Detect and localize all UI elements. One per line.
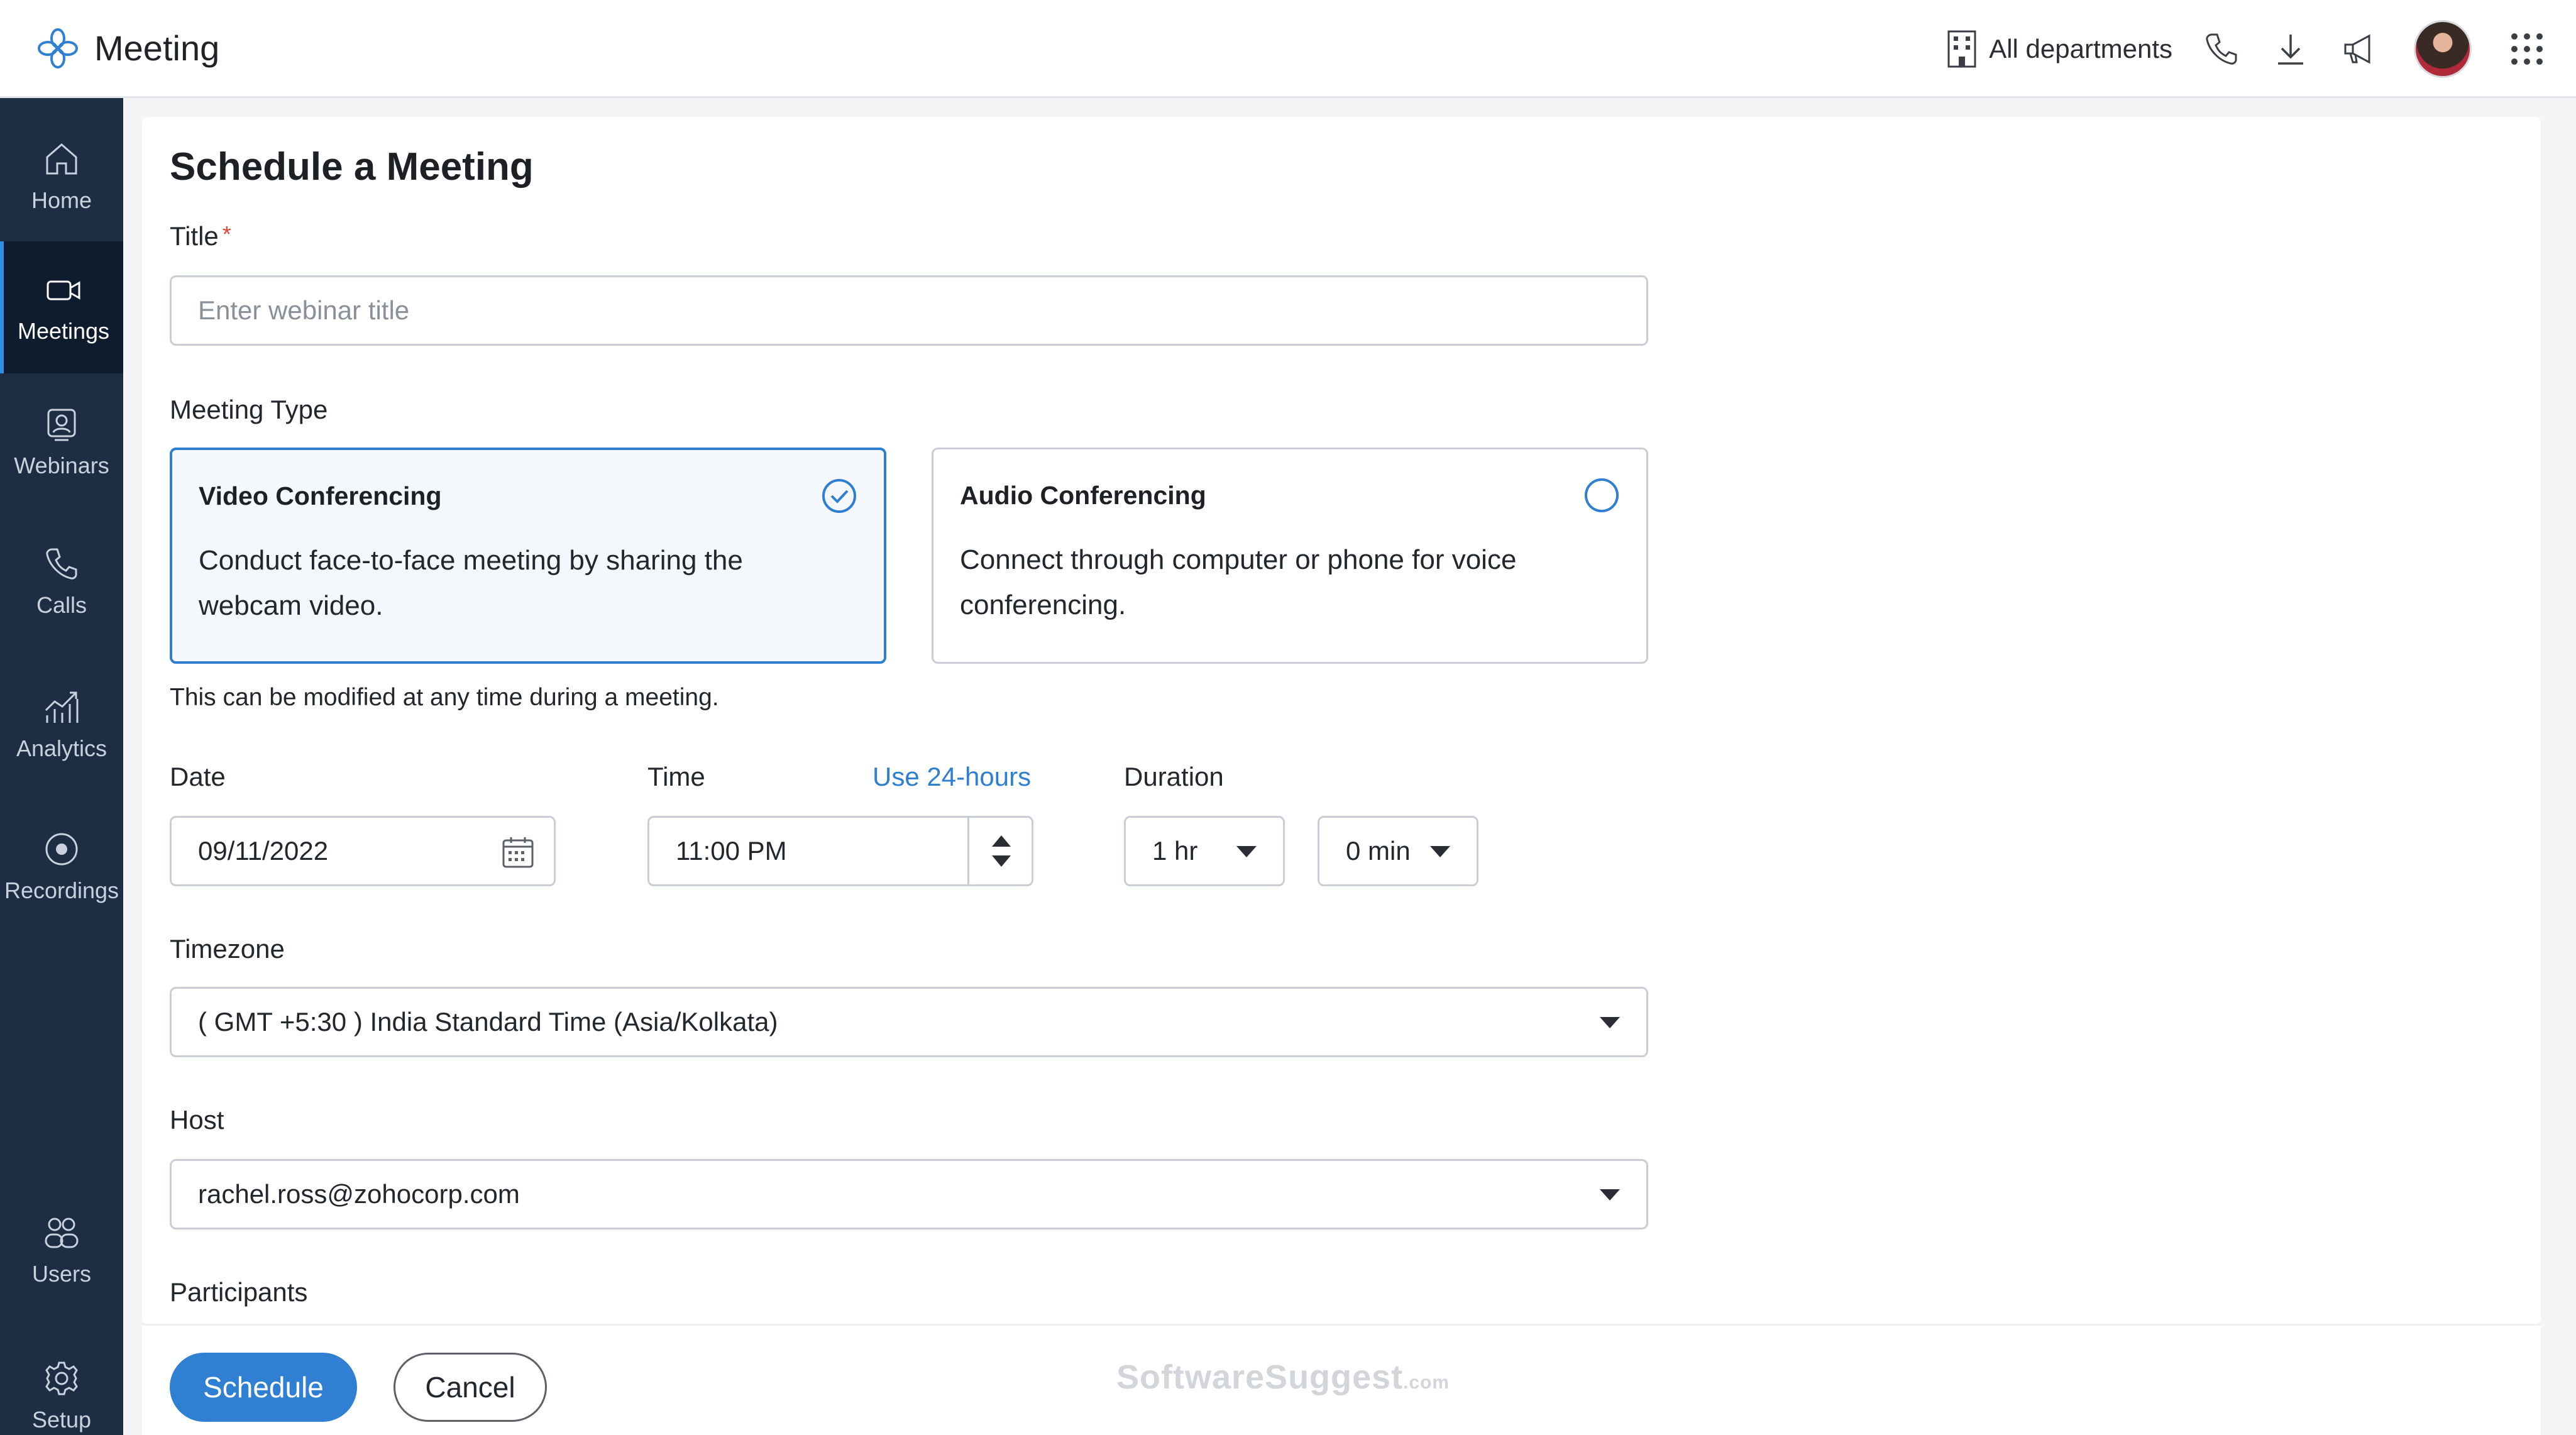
top-bar-actions: All departments	[1945, 0, 2576, 98]
phone-button[interactable]	[2201, 29, 2242, 69]
sidebar-item-calls[interactable]: Calls	[0, 515, 123, 647]
meeting-type-note: This can be modified at any time during …	[170, 684, 719, 711]
required-mark: *	[222, 221, 231, 247]
time-value: 11:00 PM	[676, 836, 787, 866]
meeting-type-label: Meeting Type	[170, 395, 328, 424]
department-selector[interactable]: All departments	[1945, 29, 2172, 69]
brand[interactable]: Meeting	[35, 26, 219, 71]
sidebar-item-webinars[interactable]: Webinars	[0, 376, 123, 508]
gear-icon	[45, 1361, 78, 1395]
download-icon	[2278, 35, 2303, 65]
duration-hours-value: 1 hr	[1152, 836, 1198, 866]
chevron-down-icon	[1236, 846, 1257, 857]
video-camera-icon	[47, 280, 80, 300]
sidebar: Home Meetings Webinars Calls Analytics R…	[0, 98, 123, 1435]
sidebar-item-label: Webinars	[14, 453, 109, 478]
sidebar-item-label: Calls	[36, 592, 87, 618]
date-input[interactable]: 09/11/2022	[170, 816, 556, 886]
sidebar-item-home[interactable]: Home	[0, 111, 123, 243]
timezone-label: Timezone	[170, 934, 285, 964]
time-stepper[interactable]	[967, 818, 1032, 884]
watermark-suffix: .com	[1403, 1372, 1450, 1393]
chevron-down-icon	[1430, 846, 1450, 857]
chevron-down-icon	[1600, 1017, 1620, 1028]
meeting-type-description: Conduct face-to-face meeting by sharing …	[199, 545, 743, 621]
page-title: Schedule a Meeting	[170, 145, 534, 189]
sidebar-item-label: Users	[31, 1261, 91, 1287]
webinar-icon	[47, 409, 76, 441]
chevron-down-icon	[1600, 1189, 1620, 1201]
app-name: Meeting	[94, 28, 220, 68]
time-input[interactable]: 11:00 PM	[647, 816, 1033, 886]
radio-empty-icon	[1585, 478, 1619, 512]
phone-icon	[46, 548, 77, 580]
sidebar-item-label: Meetings	[17, 318, 110, 344]
schedule-button[interactable]: Schedule	[170, 1353, 357, 1422]
title-input[interactable]	[170, 275, 1648, 346]
duration-hours-select[interactable]: 1 hr	[1124, 816, 1285, 886]
cancel-button[interactable]: Cancel	[394, 1353, 547, 1422]
users-icon	[45, 1218, 79, 1248]
date-label: Date	[170, 762, 226, 791]
sidebar-item-label: Home	[31, 187, 92, 213]
timezone-select[interactable]: ( GMT +5:30 ) India Standard Time (Asia/…	[170, 987, 1648, 1057]
meeting-type-title: Video Conferencing	[199, 481, 442, 510]
meeting-type-description: Connect through computer or phone for vo…	[960, 544, 1517, 620]
apps-grid-button[interactable]	[2507, 29, 2547, 69]
record-icon	[45, 833, 78, 866]
sidebar-item-setup[interactable]: Setup	[0, 1330, 123, 1435]
duration-label: Duration	[1124, 762, 1224, 791]
analytics-icon	[45, 691, 79, 723]
duration-minutes-value: 0 min	[1346, 836, 1411, 866]
host-value: rachel.ross@zohocorp.com	[198, 1179, 520, 1209]
department-label: All departments	[1989, 34, 2172, 63]
host-label: Host	[170, 1105, 224, 1135]
duration-minutes-select[interactable]: 0 min	[1318, 816, 1478, 886]
avatar[interactable]	[2414, 20, 2472, 78]
sidebar-item-recordings[interactable]: Recordings	[0, 801, 123, 933]
sidebar-item-label: Recordings	[4, 877, 119, 903]
sidebar-item-users[interactable]: Users	[0, 1184, 123, 1316]
sidebar-item-meetings[interactable]: Meetings	[0, 241, 123, 373]
sidebar-item-label: Setup	[31, 1407, 92, 1432]
meeting-type-audio-card[interactable]: Audio Conferencing Connect through compu…	[932, 448, 1648, 664]
sidebar-item-analytics[interactable]: Analytics	[0, 659, 123, 791]
meeting-type-video-card[interactable]: Video Conferencing Conduct face-to-face …	[170, 448, 886, 664]
meeting-type-title: Audio Conferencing	[960, 481, 1206, 510]
megaphone-icon	[2344, 34, 2370, 64]
phone-icon	[2206, 33, 2237, 65]
top-bar: Meeting All departments	[0, 0, 2576, 98]
meeting-logo-icon	[38, 28, 78, 69]
announcements-button[interactable]	[2340, 29, 2380, 69]
download-button[interactable]	[2271, 29, 2311, 69]
time-label: Time	[647, 762, 705, 791]
time-increment-icon[interactable]	[992, 835, 1011, 847]
date-value: 09/11/2022	[198, 836, 329, 866]
participants-label: Participants	[170, 1277, 308, 1307]
apps-grid-icon	[2511, 33, 2543, 65]
time-decrement-icon[interactable]	[992, 855, 1011, 867]
home-icon	[46, 143, 77, 175]
watermark-text: SoftwareSuggest	[1116, 1358, 1404, 1396]
building-icon	[1947, 30, 1976, 68]
calendar-icon[interactable]	[501, 835, 535, 869]
title-label-text: Title	[170, 221, 219, 251]
sidebar-item-label: Analytics	[16, 735, 107, 761]
host-select[interactable]: rachel.ross@zohocorp.com	[170, 1159, 1648, 1229]
watermark: SoftwareSuggest.com	[1116, 1358, 1450, 1397]
check-circle-icon	[822, 479, 856, 513]
timezone-value: ( GMT +5:30 ) India Standard Time (Asia/…	[198, 1007, 778, 1036]
title-label: Title *	[170, 221, 231, 251]
use-24-hours-link[interactable]: Use 24-hours	[872, 762, 1031, 792]
